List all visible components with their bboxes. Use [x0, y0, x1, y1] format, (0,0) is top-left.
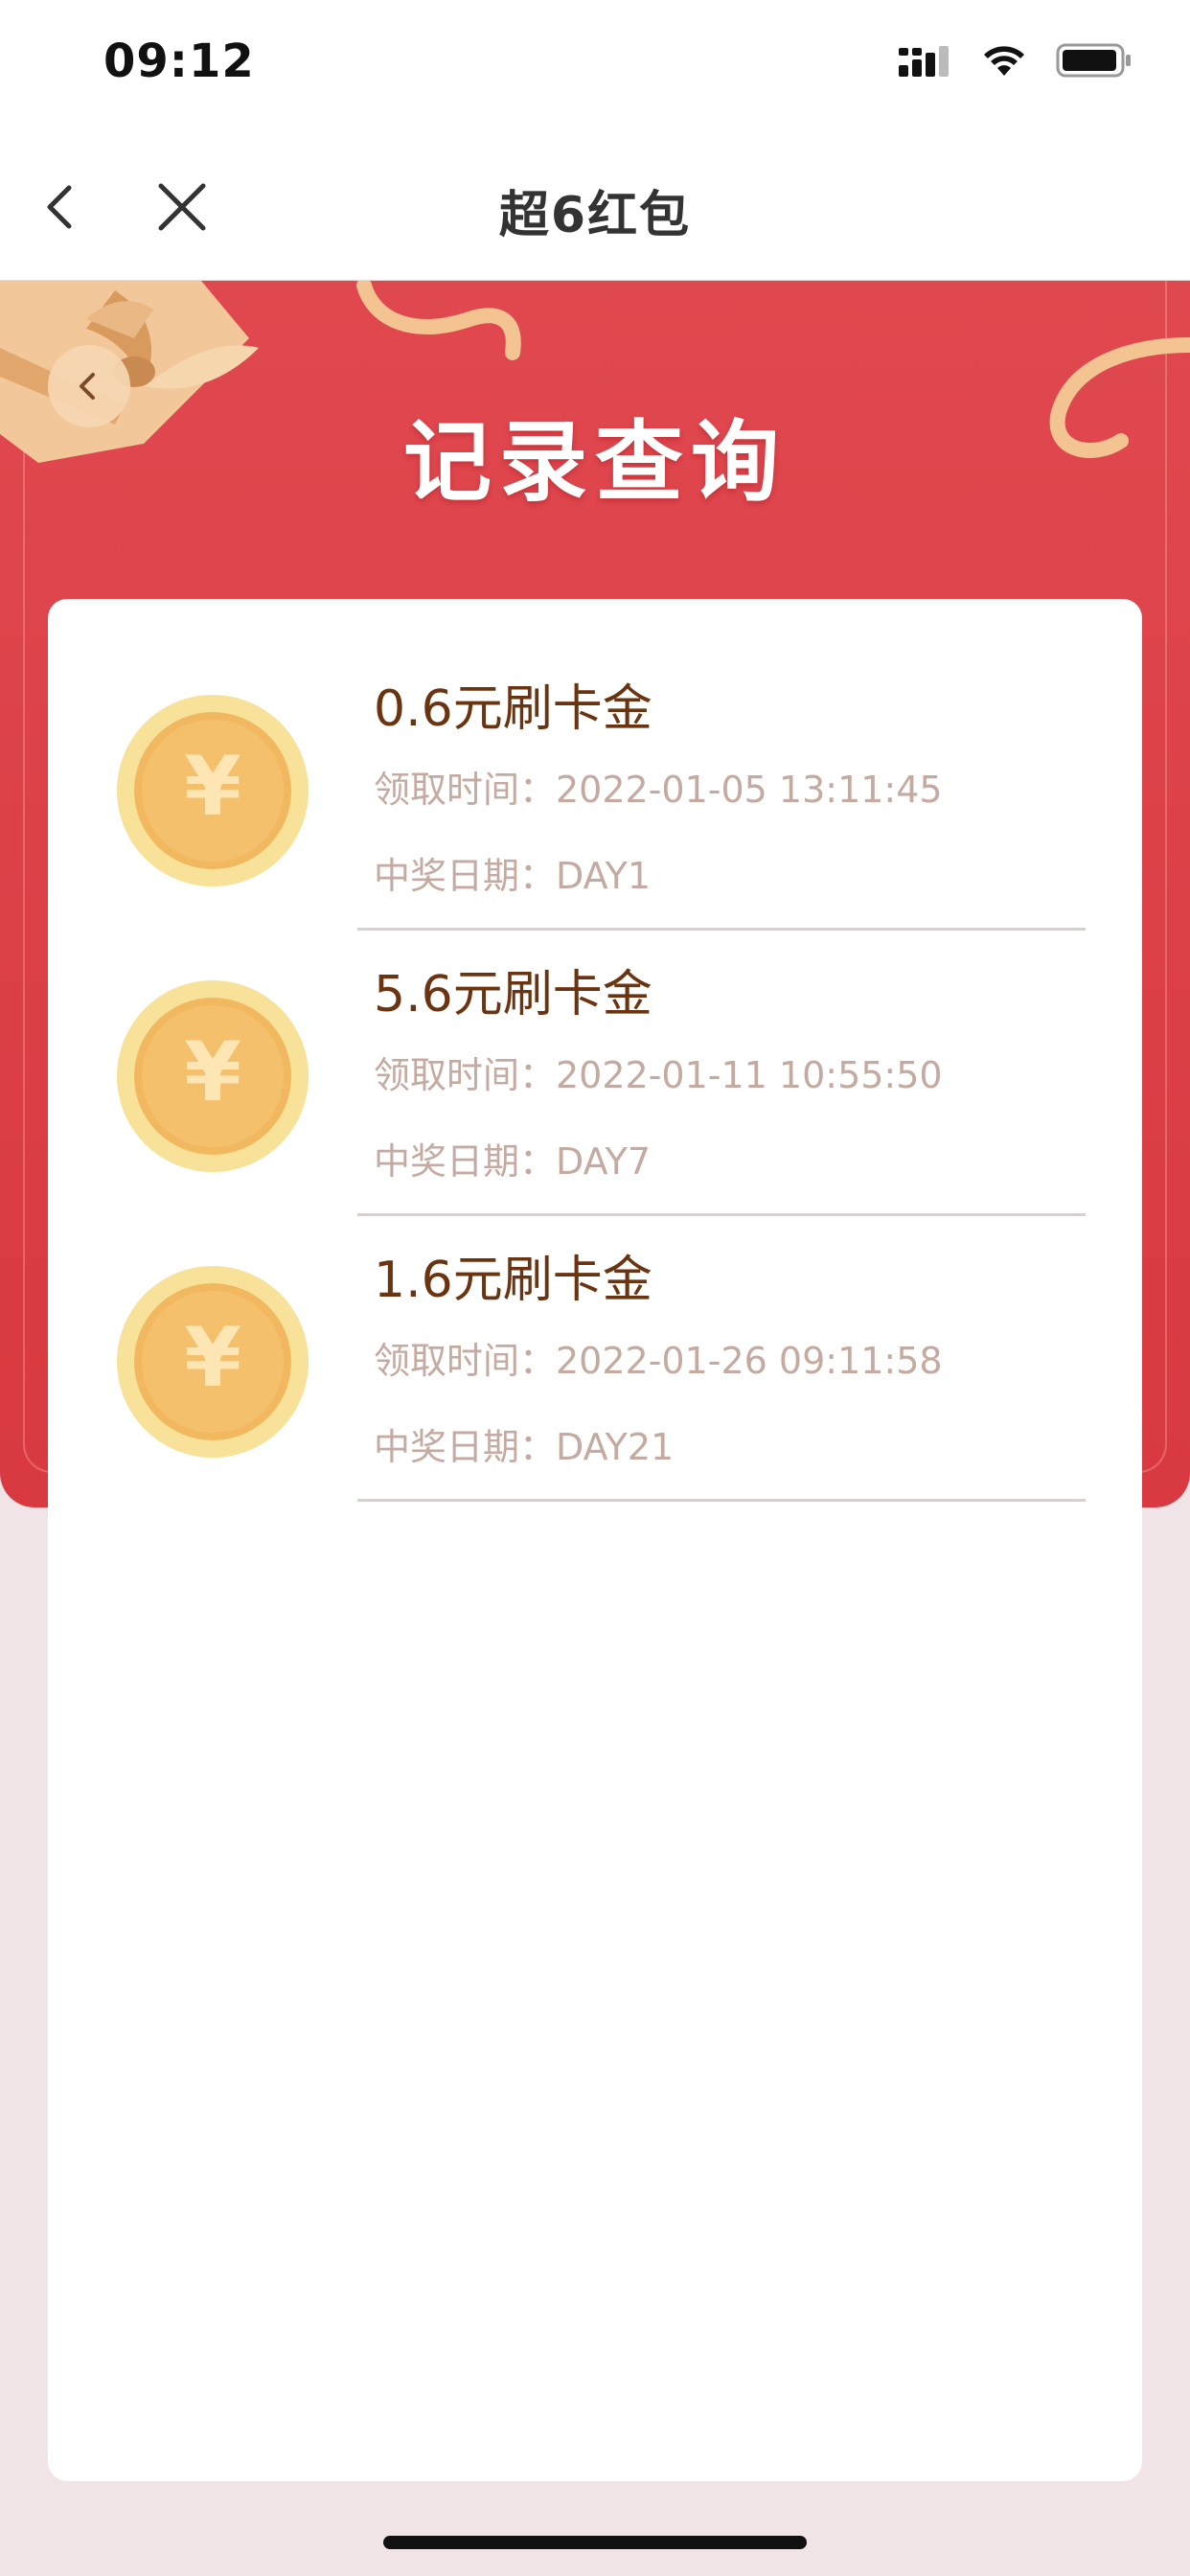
record-win-date: 中奖日期：DAY21	[374, 1426, 675, 1468]
record-claim-time: 领取时间：2022-01-11 10:55:50	[374, 1054, 943, 1096]
record-title: 1.6元刷卡金	[374, 1252, 652, 1309]
record-title: 5.6元刷卡金	[374, 966, 652, 1024]
svg-text:¥: ¥	[184, 1024, 241, 1120]
signal-icon	[899, 46, 949, 77]
record-item: ¥ 1.6元刷卡金 领取时间：2022-01-26 09:11:58 中奖日期：…	[48, 1170, 1142, 1502]
status-bar: 09:12	[0, 0, 1190, 134]
divider	[357, 1499, 1086, 1502]
coin-icon: ¥	[117, 1266, 309, 1458]
banner-title: 记录查询	[402, 411, 787, 514]
coin-icon: ¥	[117, 695, 309, 886]
nav-bar: 超6红包	[0, 134, 1190, 282]
page-title: 超6红包	[498, 187, 692, 244]
records-card: ¥ 0.6元刷卡金 领取时间：2022-01-05 13:11:45 中奖日期：…	[48, 599, 1142, 2481]
battery-icon	[1056, 43, 1131, 78]
record-claim-time: 领取时间：2022-01-26 09:11:58	[374, 1340, 943, 1382]
record-item: ¥ 0.6元刷卡金 领取时间：2022-01-05 13:11:45 中奖日期：…	[48, 599, 1142, 931]
record-title: 0.6元刷卡金	[374, 680, 652, 738]
record-claim-time: 领取时间：2022-01-05 13:11:45	[374, 769, 943, 811]
record-item: ¥ 5.6元刷卡金 领取时间：2022-01-11 10:55:50 中奖日期：…	[48, 885, 1142, 1216]
status-time: 09:12	[103, 34, 255, 88]
ribbon-decoration	[356, 281, 521, 360]
status-icons	[899, 42, 1133, 79]
svg-text:¥: ¥	[184, 739, 241, 835]
coin-icon: ¥	[117, 980, 309, 1172]
wifi-icon	[984, 46, 1024, 76]
svg-text:¥: ¥	[184, 1310, 241, 1406]
home-indicator[interactable]	[383, 2536, 807, 2549]
